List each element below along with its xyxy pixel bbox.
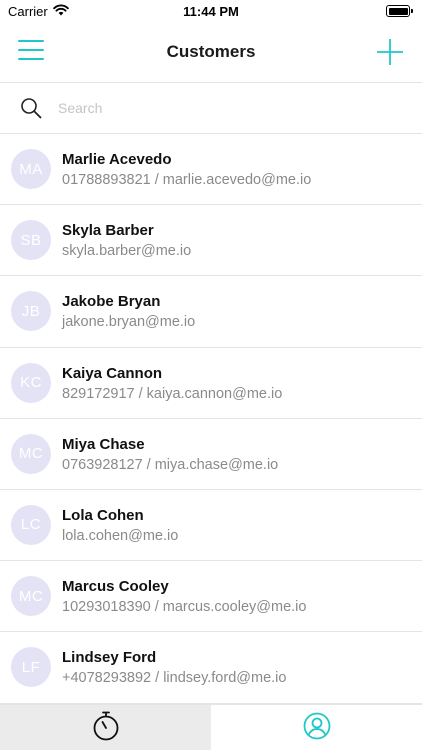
avatar: JB (11, 291, 51, 332)
avatar: MC (11, 576, 51, 617)
customer-name: Marlie Acevedo (62, 151, 172, 168)
search-bar (0, 83, 422, 133)
list-item[interactable]: KC Kaiya Cannon 829172917 / kaiya.cannon… (0, 348, 422, 419)
avatar: MC (11, 433, 51, 474)
status-bar: Carrier 11:44 PM (0, 0, 422, 22)
plus-icon[interactable] (376, 38, 404, 66)
avatar: SB (11, 220, 51, 261)
customer-name: Miya Chase (62, 435, 145, 453)
customer-list: MA Marlie Acevedo 01788893821 / marlie.a… (0, 134, 422, 704)
customer-contact: jakone.bryan@me.io (62, 314, 196, 331)
list-item[interactable]: JB Jakobe Bryan jakone.bryan@me.io (0, 276, 422, 348)
tab-timer[interactable] (0, 705, 211, 750)
user-circle-icon (303, 712, 331, 745)
customer-name: Jakobe Bryan (62, 293, 161, 311)
avatar: LC (11, 504, 51, 545)
customer-name: Lindsey Ford (62, 649, 157, 667)
wifi-icon (52, 4, 69, 19)
status-left: Carrier (8, 4, 69, 19)
customer-contact: 10293018390 / marcus.cooley@me.io (62, 599, 307, 616)
avatar: LF (11, 647, 51, 688)
search-input[interactable] (58, 95, 398, 121)
stopwatch-icon (92, 711, 120, 746)
tab-bar (0, 704, 422, 750)
customer-name: Kaiya Cannon (62, 364, 163, 382)
list-item[interactable]: LC Lola Cohen lola.cohen@me.io (0, 490, 422, 562)
customer-contact: 829172917 / kaiya.cannon@me.io (62, 385, 283, 402)
magnifier-icon[interactable] (20, 97, 42, 119)
list-item[interactable]: LF Lindsey Ford +4078293892 / lindsey.fo… (0, 632, 422, 704)
hamburger-menu-icon[interactable] (18, 40, 44, 62)
tab-customers[interactable] (211, 705, 422, 750)
customer-contact: skyla.barber@me.io (62, 243, 192, 260)
battery-icon (386, 5, 413, 17)
customer-contact: +4078293892 / lindsey.ford@me.io (62, 670, 287, 687)
list-item[interactable]: SB Skyla Barber skyla.barber@me.io (0, 205, 422, 277)
customer-contact: 01788893821 / marlie.acevedo@me.io (62, 172, 312, 188)
avatar: MA (11, 149, 51, 189)
customer-contact: lola.cohen@me.io (62, 527, 179, 544)
carrier-label: Carrier (8, 3, 48, 19)
list-item[interactable]: MC Miya Chase 0763928127 / miya.chase@me… (0, 419, 422, 490)
page-title: Customers (166, 42, 256, 61)
list-item[interactable]: MA Marlie Acevedo 01788893821 / marlie.a… (0, 134, 422, 206)
customer-name: Marcus Cooley (62, 578, 169, 596)
customer-contact: 0763928127 / miya.chase@me.io (62, 456, 279, 473)
list-item[interactable]: MC Marcus Cooley 10293018390 / marcus.co… (0, 561, 422, 633)
customers-screen: Carrier 11:44 PM Customers Search MA Mar… (0, 0, 422, 750)
avatar: KC (11, 362, 51, 403)
battery-fill (388, 7, 408, 15)
customer-name: Lola Cohen (62, 506, 144, 524)
nav-bar: Customers (0, 22, 422, 82)
customer-name: Skyla Barber (62, 222, 154, 240)
